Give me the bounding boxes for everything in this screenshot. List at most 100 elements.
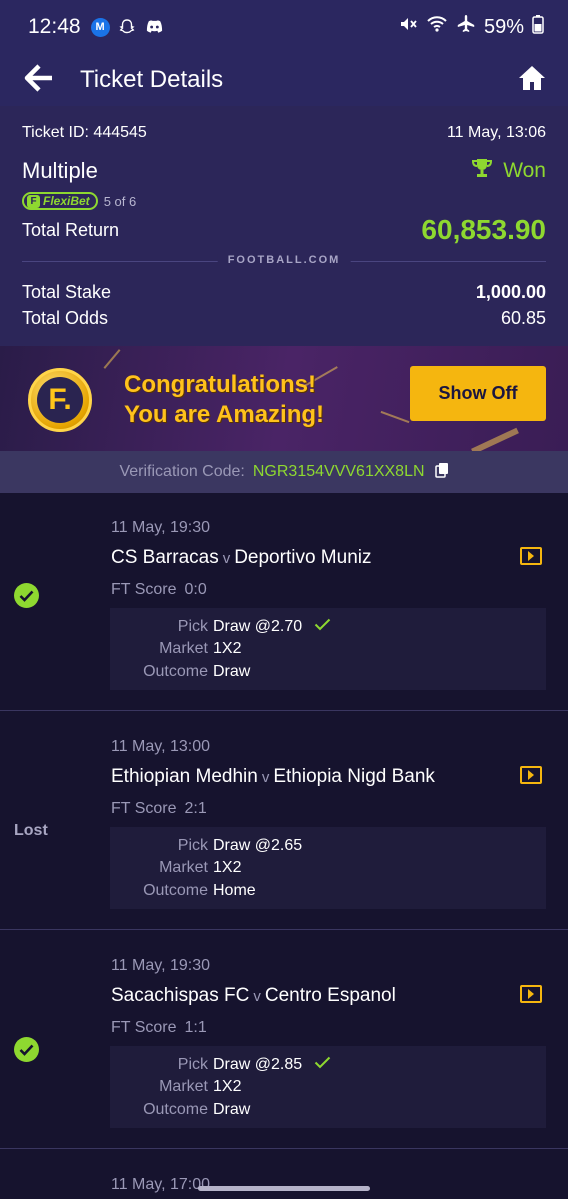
confetti-decoration (103, 349, 121, 369)
match-date: 11 May, 13:00 (111, 738, 211, 755)
won-check-icon (14, 583, 39, 608)
status-text: Won (503, 159, 546, 182)
logo-letter: F. (37, 377, 83, 423)
correct-check-icon (314, 1056, 331, 1074)
match-card[interactable]: 11 May, 17:00 (0, 1150, 568, 1199)
away-team: Centro Espanol (264, 985, 396, 1006)
away-team: Deportivo Muniz (234, 547, 372, 568)
verification-label: Verification Code: (119, 463, 245, 480)
versus-label: v (261, 769, 270, 786)
ft-score-label: FT Score (111, 1019, 177, 1036)
ticket-id: Ticket ID: 444545 (22, 124, 147, 141)
trophy-icon (471, 158, 493, 184)
home-icon[interactable] (518, 65, 546, 96)
outcome-value: Draw (213, 663, 251, 680)
gesture-bar[interactable] (198, 1186, 370, 1191)
battery-icon (532, 14, 544, 40)
pick-label: Pick (177, 1056, 208, 1073)
football-logo-icon: F. (28, 368, 92, 432)
market-label: Market (159, 859, 208, 876)
verification-code[interactable]: NGR3154VVV61XX8LN (253, 463, 425, 481)
match-status (14, 583, 40, 608)
lost-label: Lost (14, 822, 48, 839)
status-badge: Won (471, 158, 546, 184)
airplane-icon (456, 14, 476, 40)
ticket-date: 11 May, 13:06 (446, 124, 546, 141)
show-off-button[interactable]: Show Off (410, 366, 546, 421)
brand-text: FOOTBALL.COM (217, 254, 351, 266)
market-value: 1X2 (213, 859, 242, 876)
flexibet-info: F FlexiBet 5 of 6 (22, 192, 136, 210)
pick-label: Pick (177, 837, 208, 854)
home-team: Sacachispas FC (111, 985, 250, 1006)
match-stats-icon[interactable] (520, 766, 542, 789)
market-label: Market (159, 1078, 208, 1095)
ticket-summary: Ticket ID: 444545 11 May, 13:06 Multiple… (0, 106, 568, 346)
ft-score-value: 1:1 (184, 1019, 207, 1036)
total-odds-value: 60.85 (500, 308, 546, 328)
match-date: 11 May, 17:00 (111, 1176, 211, 1193)
page-title: Ticket Details (80, 66, 224, 93)
flexibet-badge: F FlexiBet (22, 192, 98, 210)
pick-details: Pick Draw @2.85 Market 1X2 Outcome Draw (110, 1046, 546, 1128)
total-odds-label: Total Odds (22, 308, 109, 328)
ft-score: FT Score 1:1 (111, 1019, 207, 1037)
match-card[interactable]: Lost 11 May, 13:00 Ethiopian Medhin v Ethi… (0, 712, 568, 930)
flexibet-label: FlexiBet (43, 194, 90, 208)
match-teams: CS Barracas v Deportivo Muniz (111, 547, 371, 569)
ft-score: FT Score 0:0 (111, 581, 207, 599)
correct-check-icon (314, 618, 331, 636)
won-check-icon (14, 1037, 39, 1062)
match-teams: Sacachispas FC v Centro Espanol (111, 985, 396, 1007)
ft-score-value: 0:0 (184, 581, 207, 598)
pick-label: Pick (177, 618, 208, 635)
app-bar: Ticket Details (0, 54, 568, 106)
pick-value-wrap: Draw @2.85 (213, 1056, 331, 1074)
pick-value-wrap: Draw @2.70 (213, 618, 331, 636)
match-date: 11 May, 19:30 (111, 957, 211, 974)
messenger-icon: M (90, 17, 110, 37)
match-date: 11 May, 19:30 (111, 519, 211, 536)
match-card[interactable]: 11 May, 19:30 CS Barracas v Deportivo Muni… (0, 493, 568, 711)
versus-label: v (222, 550, 231, 567)
snapchat-icon (118, 18, 137, 37)
home-team: Ethiopian Medhin (111, 766, 258, 787)
status-bar: 12:48 M 59% (0, 0, 568, 54)
market-value: 1X2 (213, 640, 242, 657)
wifi-icon (426, 15, 448, 39)
congrats-line-2: You are Amazing! (124, 401, 325, 428)
confetti-decoration (471, 427, 519, 451)
match-stats-icon[interactable] (520, 985, 542, 1008)
outcome-value: Draw (213, 1101, 251, 1118)
home-team: CS Barracas (111, 547, 219, 568)
discord-icon (145, 18, 164, 37)
total-stake-label: Total Stake (22, 282, 112, 302)
match-status: Lost (14, 822, 48, 840)
total-return-label: Total Return (22, 219, 120, 240)
status-time: 12:48 (28, 15, 81, 38)
ft-score-label: FT Score (111, 581, 177, 598)
confetti-decoration (380, 410, 410, 424)
pick-details: Pick Draw @2.70 Market 1X2 Outcome Draw (110, 608, 546, 690)
total-return-value: 60,853.90 (421, 214, 546, 245)
congrats-banner: F. Congratulations! You are Amazing! Sho… (0, 346, 568, 451)
congrats-text: Congratulations! You are Amazing! (124, 370, 324, 430)
congrats-line-1: Congratulations! (124, 371, 316, 398)
copy-icon[interactable] (434, 462, 449, 483)
match-card[interactable]: 11 May, 19:30 Sacachispas FC v Centro Espa… (0, 931, 568, 1149)
back-arrow-icon[interactable] (24, 63, 54, 97)
mute-icon (398, 14, 418, 40)
market-value: 1X2 (213, 1078, 242, 1095)
away-team: Ethiopia Nigd Bank (273, 766, 435, 787)
pick-value: Draw @2.65 (213, 837, 303, 854)
match-status (14, 1037, 40, 1062)
total-stake-value: 1,000.00 (475, 282, 546, 302)
flexibet-count: 5 of 6 (103, 193, 137, 209)
outcome-label: Outcome (143, 882, 208, 899)
market-label: Market (159, 640, 208, 657)
match-stats-icon[interactable] (520, 547, 542, 570)
outcome-label: Outcome (143, 663, 208, 680)
ft-score-label: FT Score (111, 800, 177, 817)
pick-value: Draw @2.70 (213, 618, 303, 635)
brand-divider: FOOTBALL.COM (22, 254, 546, 266)
